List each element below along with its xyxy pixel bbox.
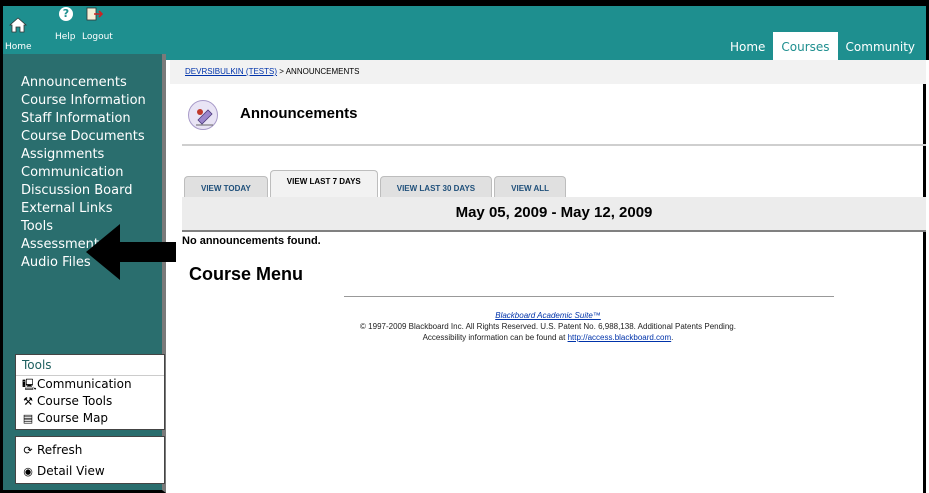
tools-panel: Tools 🖳Communication ⚒ Course Tools ▤ Cour… xyxy=(15,354,165,430)
sidebar-item-assignments[interactable]: Assignments xyxy=(21,146,151,164)
footer-divider xyxy=(344,296,834,297)
help-link[interactable]: Help xyxy=(55,32,76,42)
footer: Blackboard Academic Suite™ © 1997-2009 B… xyxy=(170,310,926,343)
date-range: May 05, 2009 - May 12, 2009 xyxy=(455,204,653,221)
tools-item-course-tools[interactable]: ⚒ Course Tools xyxy=(16,393,164,410)
tab-view-all[interactable]: VIEW ALL xyxy=(494,176,567,198)
map-icon: ▤ xyxy=(22,412,34,425)
sidebar-item-communication[interactable]: Communication xyxy=(21,164,151,182)
accessibility-link[interactable]: http://access.blackboard.com xyxy=(568,333,672,342)
refresh-label: Refresh xyxy=(37,443,83,457)
top-tabs: Home Courses Community xyxy=(722,32,923,60)
main-content: DEVRSIBULKIN (TESTS) > ANNOUNCEMENTS Ann… xyxy=(170,60,926,493)
tab-view-today[interactable]: VIEW TODAY xyxy=(184,176,268,198)
accessibility-suffix: . xyxy=(671,333,674,342)
accessibility-text: Accessibility information can be found a… xyxy=(422,333,568,342)
home-icon[interactable] xyxy=(8,16,28,34)
tools-item-label: Course Tools xyxy=(37,394,113,408)
sidebar-item-announcements[interactable]: Announcements xyxy=(21,74,151,92)
tab-community[interactable]: Community xyxy=(838,32,923,60)
sidebar-item-external-links[interactable]: External Links xyxy=(21,200,151,218)
sidebar-item-staff-information[interactable]: Staff Information xyxy=(21,110,151,128)
sidebar-item-course-information[interactable]: Course Information xyxy=(21,94,151,108)
breadcrumb: DEVRSIBULKIN (TESTS) > ANNOUNCEMENTS xyxy=(185,67,359,76)
title-divider xyxy=(182,144,926,146)
copyright-text: © 1997-2009 Blackboard Inc. All Rights R… xyxy=(360,322,736,331)
refresh-icon: ⟳ xyxy=(23,444,33,457)
breadcrumb-course-link[interactable]: DEVRSIBULKIN (TESTS) xyxy=(185,67,277,76)
date-divider xyxy=(182,230,926,232)
tools-panel-title: Tools xyxy=(16,355,164,376)
breadcrumb-bar: DEVRSIBULKIN (TESTS) > ANNOUNCEMENTS xyxy=(170,60,926,84)
tools-icon: ⚒ xyxy=(23,395,33,408)
date-range-bar: May 05, 2009 - May 12, 2009 xyxy=(182,197,926,230)
sidebar-item-course-documents[interactable]: Course Documents xyxy=(21,130,151,144)
tab-courses[interactable]: Courses xyxy=(773,32,838,60)
tab-home[interactable]: Home xyxy=(722,32,773,60)
detail-view-label: Detail View xyxy=(37,464,105,478)
tab-view-last-30-days[interactable]: VIEW LAST 30 DAYS xyxy=(379,176,493,198)
logout-icon[interactable] xyxy=(85,6,104,22)
detail-view-button[interactable]: ◉ Detail View xyxy=(16,463,164,480)
tools-item-label: Communication xyxy=(37,377,132,391)
tools-item-course-map[interactable]: ▤ Course Map xyxy=(16,410,164,427)
logout-link[interactable]: Logout xyxy=(82,32,113,42)
sidebar-item-discussion-board[interactable]: Discussion Board xyxy=(21,182,151,200)
breadcrumb-current: ANNOUNCEMENTS xyxy=(285,67,360,76)
tab-view-last-7-days[interactable]: VIEW LAST 7 DAYS xyxy=(269,170,378,198)
tools-item-communication[interactable]: 🖳Communication xyxy=(16,376,164,393)
refresh-button[interactable]: ⟳ Refresh xyxy=(16,442,164,459)
empty-message: No announcements found. xyxy=(182,235,321,247)
announcements-icon xyxy=(188,100,218,130)
pointer-arrow-icon xyxy=(86,224,176,280)
product-link[interactable]: Blackboard Academic Suite™ xyxy=(495,311,601,320)
help-icon[interactable]: ? xyxy=(59,7,73,21)
page-title: Announcements xyxy=(240,105,358,122)
view-tabs: VIEW TODAY VIEW LAST 7 DAYS VIEW LAST 30… xyxy=(184,170,568,198)
detail-view-icon: ◉ xyxy=(23,465,33,478)
course-menu-heading: Course Menu xyxy=(189,264,304,284)
breadcrumb-separator: > xyxy=(277,67,286,76)
view-options-panel: ⟳ Refresh ◉ Detail View xyxy=(15,436,165,484)
tools-item-label: Course Map xyxy=(37,411,109,425)
home-link[interactable]: Home xyxy=(5,42,32,52)
top-navigation-bar: Home ? Help Logout Home Courses Communit… xyxy=(0,0,929,60)
computer-icon: 🖳 xyxy=(22,378,37,391)
